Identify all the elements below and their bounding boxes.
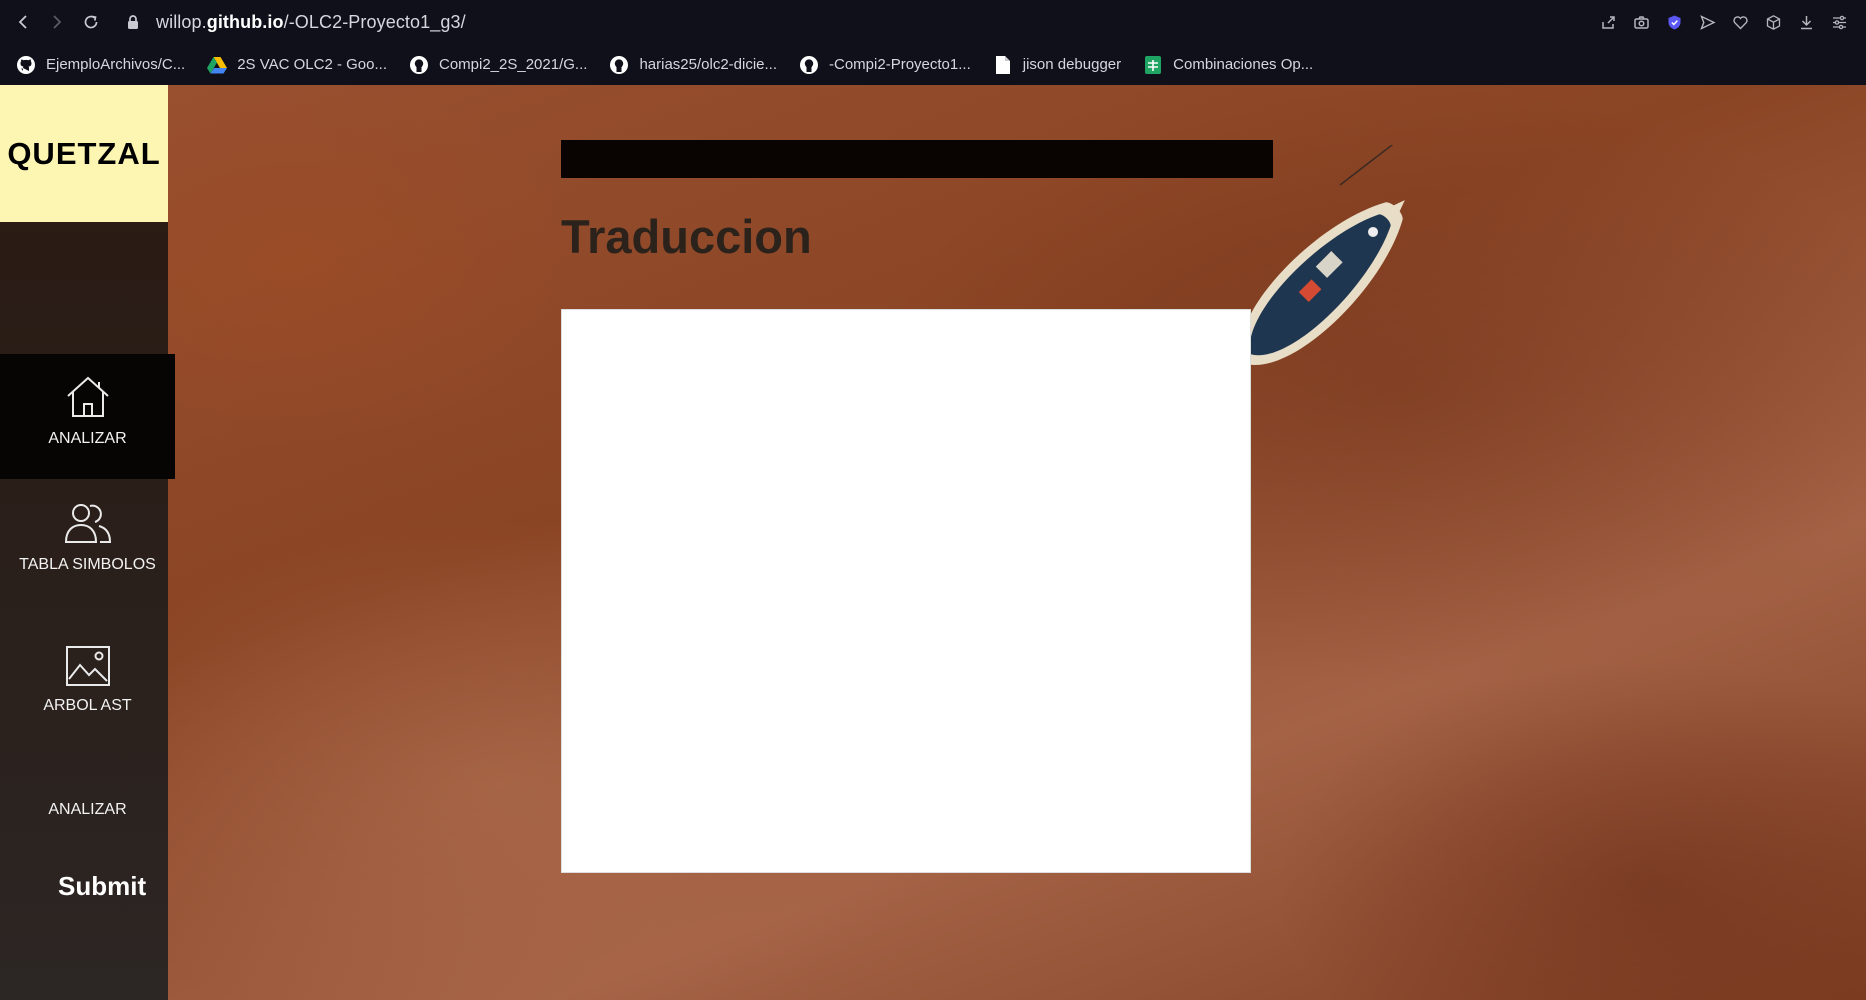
download-icon [1801, 15, 1812, 29]
bookmark-label: harias25/olc2-dicie... [639, 56, 778, 73]
bookmark-item[interactable]: 2S VAC OLC2 - Goo... [207, 55, 387, 75]
address-bar[interactable]: willop.github.io/-OLC2-Proyecto1_g3/ [124, 6, 1596, 38]
vpn-button[interactable] [1662, 10, 1687, 35]
forward-button[interactable] [40, 5, 74, 39]
reload-icon [84, 15, 98, 29]
extensions-button[interactable] [1761, 10, 1786, 35]
page-title: Traduccion [561, 210, 812, 263]
downloads-button[interactable] [1794, 10, 1819, 35]
sidebar-item-analizar[interactable]: ANALIZAR [0, 354, 175, 479]
cube-icon [1766, 14, 1781, 30]
bookmark-item[interactable]: Combinaciones Op... [1143, 55, 1313, 75]
browser-toolbar: willop.github.io/-OLC2-Proyecto1_g3/ [0, 0, 1866, 44]
bookmark-item[interactable]: EjemploArchivos/C... [16, 55, 185, 75]
sidebar: QUETZAL ANALIZAR TABLA SIMBOLOS ARBOL AS… [0, 85, 175, 1000]
favorites-button[interactable] [1728, 10, 1753, 35]
bookmarks-bar: EjemploArchivos/C... 2S VAC OLC2 - Goo..… [0, 44, 1866, 85]
sidebar-item-label: ARBOL AST [43, 697, 132, 714]
bookmark-label: Compi2_2S_2021/G... [439, 56, 588, 73]
bookmark-item[interactable]: jison debugger [993, 55, 1121, 75]
home-icon [64, 372, 112, 420]
bookmark-item[interactable]: -Compi2-Proyecto1... [799, 55, 971, 75]
chevron-left-icon [18, 15, 27, 29]
url-text: willop.github.io/-OLC2-Proyecto1_g3/ [156, 11, 466, 32]
toolbar-actions [1596, 10, 1852, 35]
shield-icon [1668, 15, 1681, 29]
back-button[interactable] [6, 5, 40, 39]
reload-button[interactable] [74, 5, 108, 39]
settings-button[interactable] [1827, 10, 1852, 35]
bookmark-item[interactable]: Compi2_2S_2021/G... [409, 55, 587, 75]
github-icon [609, 55, 629, 75]
sliders-icon [1833, 15, 1846, 29]
sidebar-item-label: TABLA SIMBOLOS [19, 556, 156, 573]
bookmark-label: Combinaciones Op... [1173, 56, 1314, 73]
bookmark-label: -Compi2-Proyecto1... [829, 56, 971, 73]
header-bar [561, 140, 1273, 178]
image-icon [65, 645, 111, 687]
submit-button[interactable]: Submit [58, 871, 146, 902]
google-drive-icon [207, 55, 228, 75]
page-content: QUETZAL ANALIZAR TABLA SIMBOLOS ARBOL AS… [0, 85, 1866, 1000]
bookmark-label: 2S VAC OLC2 - Goo... [237, 56, 387, 73]
google-sheets-icon [1143, 55, 1163, 75]
sidebar-item-tabla-simbolos[interactable]: TABLA SIMBOLOS [0, 500, 175, 610]
sidebar-item-arbol-ast[interactable]: ARBOL AST [0, 645, 175, 755]
heart-icon [1733, 15, 1748, 29]
users-icon [63, 500, 113, 546]
github-icon [409, 55, 429, 75]
document-icon [993, 55, 1013, 75]
bookmark-item[interactable]: harias25/olc2-dicie... [609, 55, 777, 75]
send-button[interactable] [1695, 10, 1720, 35]
chevron-right-icon [53, 15, 62, 29]
analizar-link[interactable]: ANALIZAR [0, 801, 175, 819]
send-icon [1700, 14, 1716, 30]
bookmark-label: EjemploArchivos/C... [46, 56, 186, 73]
camera-icon [1634, 15, 1649, 29]
screenshot-button[interactable] [1629, 10, 1654, 35]
brand-title: QUETZAL [7, 135, 161, 171]
sidebar-item-label: ANALIZAR [48, 430, 127, 447]
github-icon [799, 55, 819, 75]
share-icon [1602, 15, 1615, 29]
share-button[interactable] [1596, 10, 1621, 35]
lock-icon [128, 15, 138, 29]
brand-logo[interactable]: QUETZAL [0, 85, 168, 222]
translation-output-textarea[interactable] [561, 309, 1251, 873]
github-icon [16, 55, 36, 75]
bookmark-label: jison debugger [1022, 56, 1122, 73]
